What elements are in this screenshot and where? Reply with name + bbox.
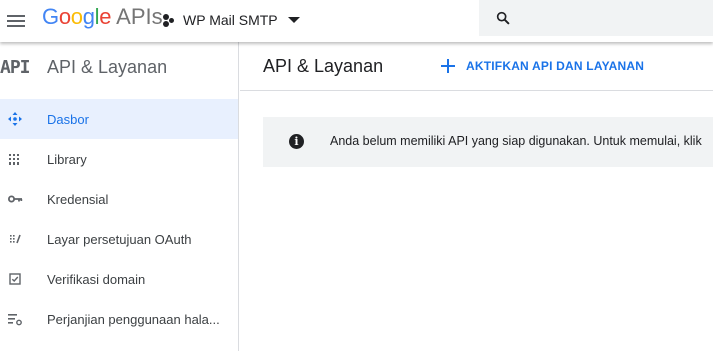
- sidebar-item-domain-verification[interactable]: Verifikasi domain: [0, 259, 238, 299]
- sidebar-item-library[interactable]: Library: [0, 139, 238, 179]
- library-icon: [9, 154, 19, 165]
- notice-text: Anda belum memiliki API yang siap diguna…: [330, 134, 702, 148]
- sidebar-item-oauth-consent[interactable]: Layar persetujuan OAuth: [0, 219, 238, 259]
- search-input[interactable]: [523, 6, 703, 30]
- enable-apis-button[interactable]: AKTIFKAN API DAN LAYANAN: [440, 54, 644, 78]
- sidebar-item-page-usage-agreements[interactable]: Perjanjian penggunaan hala...: [0, 299, 238, 339]
- sidebar-item-label: Kredensial: [47, 191, 109, 207]
- project-selector[interactable]: WP Mail SMTP: [162, 8, 300, 32]
- search-bar[interactable]: [479, 0, 713, 36]
- info-notice: i Anda belum memiliki API yang siap digu…: [263, 117, 713, 167]
- settings-list-icon: [8, 314, 22, 326]
- sidebar-item-label: Perjanjian penggunaan hala...: [47, 311, 220, 327]
- info-icon: i: [289, 134, 304, 149]
- main-menu-icon[interactable]: [4, 9, 28, 33]
- sidebar-title: API & Layanan: [47, 56, 168, 77]
- sidebar-item-kredensial[interactable]: Kredensial: [0, 179, 238, 219]
- key-icon: [8, 195, 23, 203]
- sidebar-item-dasbor[interactable]: Dasbor: [0, 99, 238, 139]
- dashboard-icon: [8, 112, 22, 126]
- project-name: WP Mail SMTP: [183, 12, 278, 28]
- sidebar-header: API API & Layanan: [0, 42, 238, 92]
- checkbox-icon: [9, 273, 21, 285]
- api-logo-icon: API: [0, 56, 31, 78]
- caret-down-icon: [287, 17, 300, 23]
- plus-icon: [440, 58, 456, 74]
- search-icon[interactable]: [495, 10, 511, 26]
- consent-screen-icon: [10, 234, 21, 244]
- sidebar-item-label: Layar persetujuan OAuth: [47, 231, 192, 247]
- main-header: API & Layanan AKTIFKAN API DAN LAYANAN: [240, 42, 713, 91]
- sidebar-item-label: Dasbor: [47, 111, 89, 127]
- main-content: API & Layanan AKTIFKAN API DAN LAYANAN i…: [240, 42, 713, 351]
- sidebar-item-label: Verifikasi domain: [47, 271, 146, 287]
- sidebar-item-label: Library: [47, 151, 87, 167]
- sidebar: API API & Layanan Dasbor Library Kredens…: [0, 42, 239, 351]
- google-apis-logo[interactable]: Google APIs: [42, 4, 163, 32]
- apis-wordmark: APIs: [116, 4, 163, 29]
- project-icon: [162, 12, 176, 28]
- page-title: API & Layanan: [263, 56, 384, 76]
- top-app-bar: Google APIs WP Mail SMTP: [0, 0, 713, 42]
- google-wordmark: Google: [42, 4, 112, 29]
- enable-apis-label: AKTIFKAN API DAN LAYANAN: [466, 59, 645, 73]
- sidebar-nav: Dasbor Library Kredensial Layar persetuj…: [0, 99, 238, 339]
